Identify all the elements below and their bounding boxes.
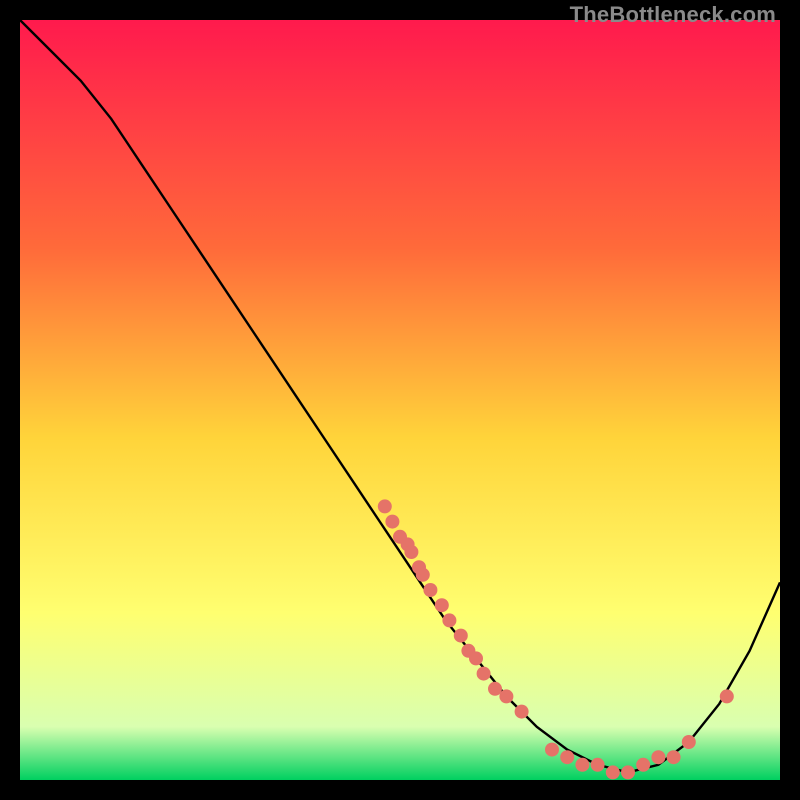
data-point — [636, 758, 650, 772]
data-point — [621, 765, 635, 779]
data-point — [442, 613, 456, 627]
gradient-background — [20, 20, 780, 780]
chart-frame — [20, 20, 780, 780]
data-point — [667, 750, 681, 764]
data-point — [651, 750, 665, 764]
data-point — [404, 545, 418, 559]
data-point — [606, 765, 620, 779]
data-point — [499, 689, 513, 703]
data-point — [488, 682, 502, 696]
data-point — [682, 735, 696, 749]
data-point — [477, 667, 491, 681]
data-point — [515, 705, 529, 719]
data-point — [591, 758, 605, 772]
data-point — [385, 515, 399, 529]
data-point — [435, 598, 449, 612]
data-point — [545, 743, 559, 757]
data-point — [720, 689, 734, 703]
data-point — [378, 499, 392, 513]
data-point — [575, 758, 589, 772]
data-point — [423, 583, 437, 597]
bottleneck-chart — [20, 20, 780, 780]
data-point — [416, 568, 430, 582]
data-point — [469, 651, 483, 665]
watermark-text: TheBottleneck.com — [570, 2, 776, 28]
data-point — [560, 750, 574, 764]
data-point — [454, 629, 468, 643]
